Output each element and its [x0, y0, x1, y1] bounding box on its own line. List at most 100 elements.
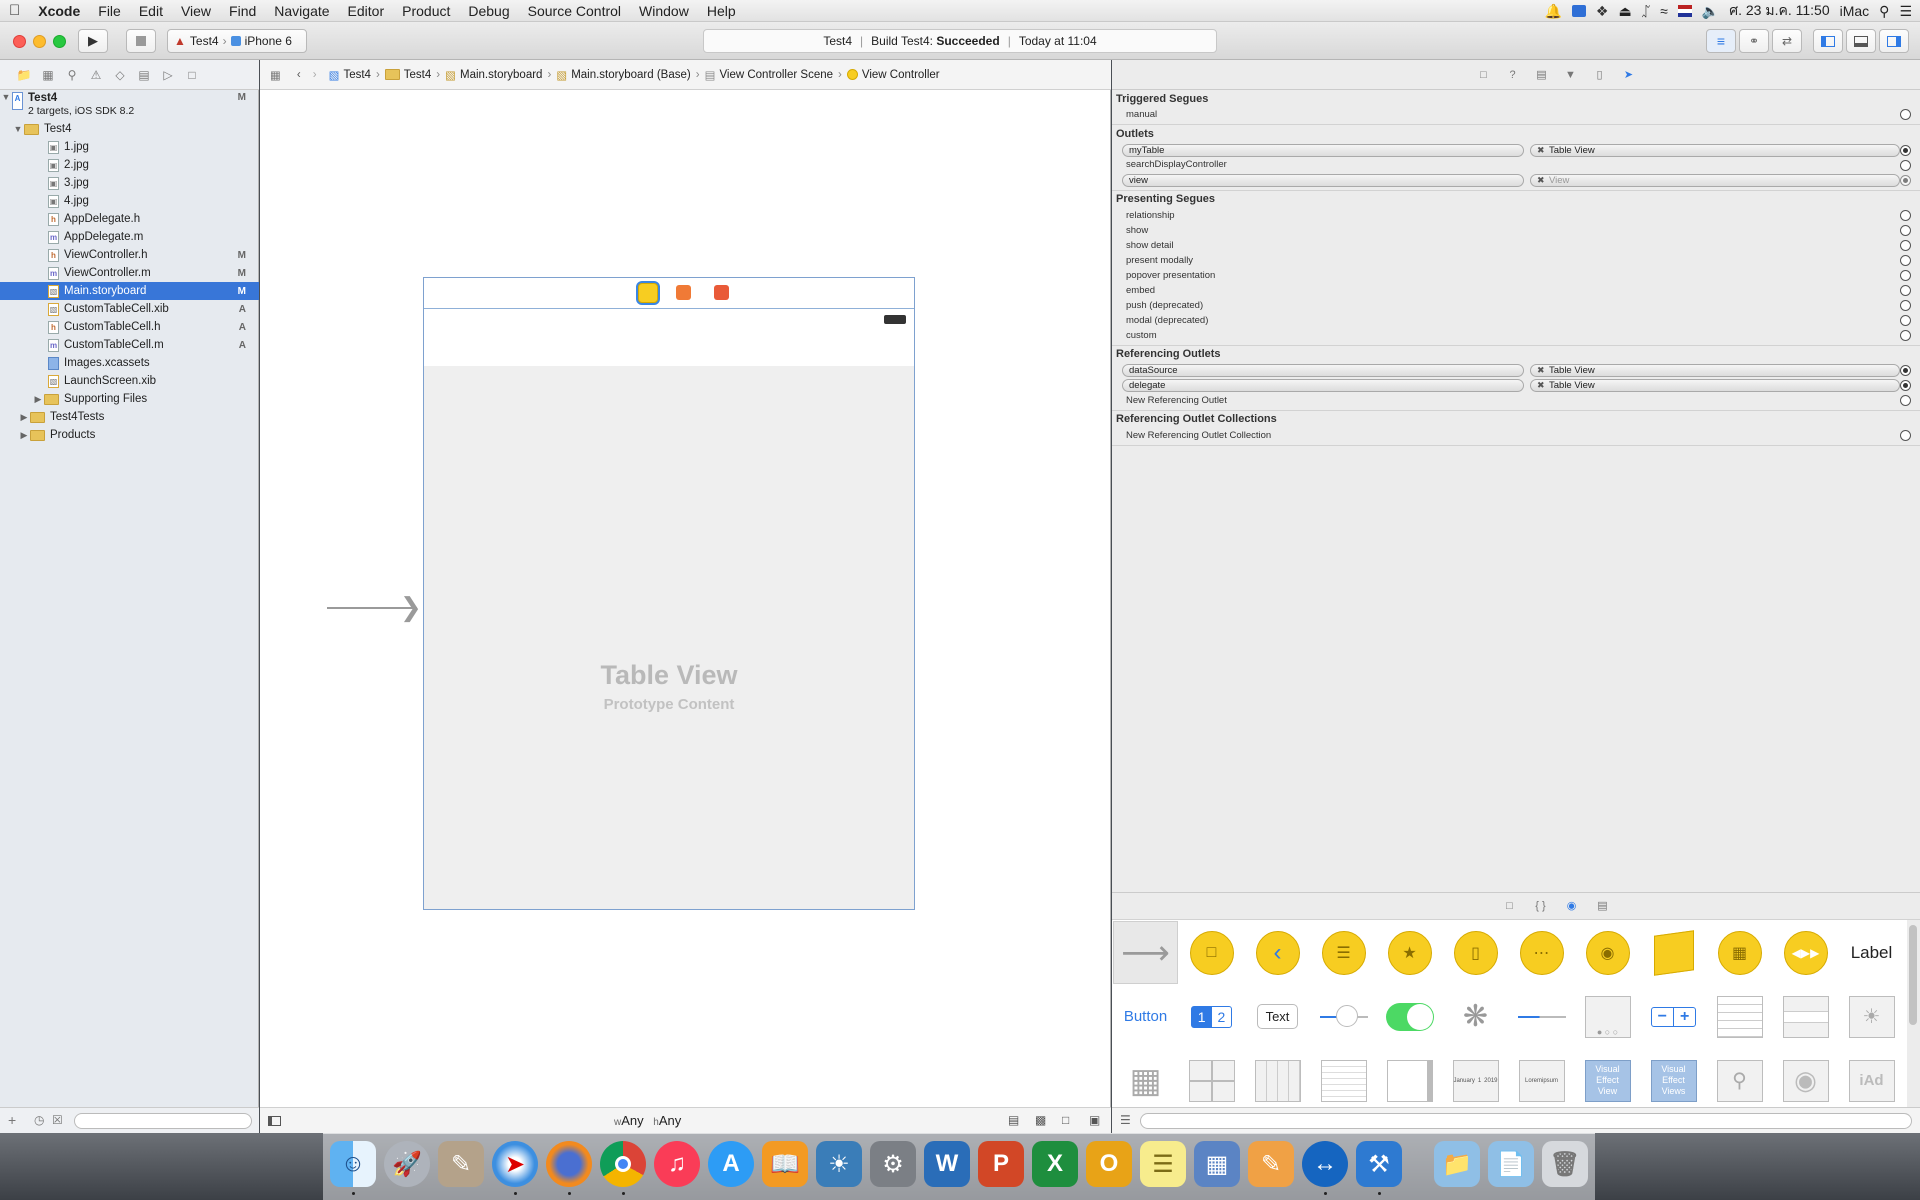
resolve-issues-icon[interactable]: □	[1062, 1113, 1069, 1127]
launchpad-rocket-icon[interactable]: 🚀	[384, 1141, 430, 1187]
scheme-selector[interactable]: ▲ Test4 › iPhone 6	[167, 29, 307, 53]
refoutlet-delegate-target[interactable]: ✖ Table View	[1530, 379, 1900, 392]
library-table-view[interactable]	[1707, 985, 1772, 1048]
size-class-control[interactable]: wAny hAny	[614, 1113, 681, 1128]
library-map-kit-view[interactable]: ⚲	[1707, 1049, 1772, 1112]
menu-file[interactable]: File	[89, 3, 130, 19]
library-collection-reusable-view[interactable]	[1245, 1049, 1310, 1112]
zoom-window-button[interactable]	[53, 35, 66, 48]
exit-icon[interactable]	[714, 285, 729, 300]
menu-view[interactable]: View	[172, 3, 220, 19]
library-table-view-controller[interactable]: ☰	[1311, 921, 1376, 984]
test-navigator-diamond-icon[interactable]: ◇	[112, 68, 128, 82]
library-date-picker[interactable]: January 1 2019	[1443, 1049, 1508, 1112]
report-navigator-bubble-icon[interactable]: □	[184, 68, 200, 82]
file-item-viewcontroller-m[interactable]: m ViewController.m M	[0, 264, 259, 282]
library-av-player-view-controller[interactable]: ◀▶▶	[1773, 921, 1838, 984]
forward-arrow-icon[interactable]: ›	[307, 69, 327, 81]
related-items-grid-icon[interactable]: ▦	[260, 68, 291, 82]
documents-folder-icon[interactable]: 📄	[1488, 1141, 1534, 1187]
close-window-button[interactable]	[13, 35, 26, 48]
apple-menu-icon[interactable]: 	[0, 2, 29, 19]
menu-product[interactable]: Product	[393, 3, 459, 19]
library-collection-controller[interactable]: ▦	[1707, 921, 1772, 984]
disclosure-closed-icon[interactable]: ▶	[18, 430, 30, 441]
file-item-customtablecell-h[interactable]: h CustomTableCell.h A	[0, 318, 259, 336]
refoutlet-delegate[interactable]: delegate	[1122, 379, 1524, 392]
notification-bell-icon[interactable]: 🔔	[1544, 3, 1561, 20]
library-tab-bar-controller[interactable]: ★	[1377, 921, 1442, 984]
breadcrumb-project[interactable]: ▧ Test4	[327, 68, 373, 82]
library-label[interactable]: Label	[1839, 921, 1904, 984]
breadcrumb-storyboard-base[interactable]: ▧ Main.storyboard (Base)	[554, 68, 692, 82]
file-item-appdelegate-m[interactable]: m AppDelegate.m	[0, 228, 259, 246]
debug-navigator-icon[interactable]: ▤	[136, 68, 152, 82]
file-item-customtablecell-xib[interactable]: ▧ CustomTableCell.xib A	[0, 300, 259, 318]
connection-well[interactable]	[1900, 225, 1911, 236]
powerpoint-icon[interactable]: P	[978, 1141, 1024, 1187]
safari-compass-icon[interactable]: ➤	[492, 1141, 538, 1187]
dropbox-icon[interactable]: ❖	[1596, 3, 1609, 20]
disconnect-x-icon[interactable]: ✖	[1537, 380, 1545, 391]
toggle-debug-area-button[interactable]	[1846, 29, 1876, 53]
connection-well[interactable]	[1900, 270, 1911, 281]
refoutlet-datasource-target[interactable]: ✖ Table View	[1530, 364, 1900, 377]
library-page-view-controller[interactable]: ▯	[1443, 921, 1508, 984]
library-visual-effect-view[interactable]: Visual Effect View	[1575, 1049, 1640, 1112]
file-item-2jpg[interactable]: ▣ 2.jpg	[0, 156, 259, 174]
library-glkit-view[interactable]: ◉	[1773, 1049, 1838, 1112]
find-navigator-search-icon[interactable]: ⚲	[64, 68, 80, 82]
disconnect-x-icon[interactable]: ✖	[1537, 365, 1545, 376]
pages-icon[interactable]: ✎	[1248, 1141, 1294, 1187]
connection-well-filled[interactable]	[1900, 380, 1911, 391]
file-item-images-xcassets[interactable]: Images.xcassets	[0, 354, 259, 372]
spotlight-search-icon[interactable]: ⚲	[1879, 3, 1889, 20]
breadcrumb-view-controller[interactable]: View Controller	[845, 69, 942, 81]
connection-well[interactable]	[1900, 395, 1911, 406]
library-storyboard-reference[interactable]: ⟶	[1113, 921, 1178, 984]
notes-icon[interactable]: ☰	[1140, 1141, 1186, 1187]
recent-files-clock-icon[interactable]: ◷	[34, 1113, 44, 1127]
connection-well[interactable]	[1900, 285, 1911, 296]
connection-well[interactable]	[1900, 210, 1911, 221]
wifi-icon[interactable]: ≈	[1660, 3, 1668, 19]
scm-filter-icon[interactable]: ☒	[52, 1113, 63, 1127]
file-item-1jpg[interactable]: ▣ 1.jpg	[0, 138, 259, 156]
menu-computer-name[interactable]: iMac	[1840, 3, 1870, 19]
connection-well[interactable]	[1900, 330, 1911, 341]
library-button[interactable]: Button	[1113, 985, 1178, 1048]
connection-well-filled[interactable]	[1900, 365, 1911, 376]
version-editor-button[interactable]: ⇄	[1772, 29, 1802, 53]
library-text-view[interactable]	[1311, 1049, 1376, 1112]
connection-well[interactable]	[1900, 160, 1911, 171]
outlet-mytable-target[interactable]: ✖ Table View	[1530, 144, 1900, 157]
file-item-3jpg[interactable]: ▣ 3.jpg	[0, 174, 259, 192]
trash-icon[interactable]: 🗑	[1542, 1141, 1588, 1187]
standard-editor-button[interactable]: ≡	[1706, 29, 1736, 53]
library-text-field[interactable]: Text	[1245, 985, 1310, 1048]
toggle-navigator-button[interactable]	[1813, 29, 1843, 53]
file-item-4jpg[interactable]: ▣ 4.jpg	[0, 192, 259, 210]
attributes-inspector-icon[interactable]: ▼	[1564, 68, 1578, 82]
library-collection-view-cell[interactable]	[1179, 1049, 1244, 1112]
disclosure-open-icon[interactable]: ▼	[12, 124, 24, 134]
media-library-icon[interactable]: ▤	[1596, 899, 1610, 913]
first-responder-icon[interactable]	[676, 285, 691, 300]
connection-well-filled[interactable]	[1900, 175, 1911, 186]
quick-help-icon[interactable]: ?	[1506, 68, 1520, 82]
outlet-view-target[interactable]: ✖ View	[1530, 174, 1900, 187]
menu-source-control[interactable]: Source Control	[519, 3, 630, 19]
menu-debug[interactable]: Debug	[459, 3, 518, 19]
word-icon[interactable]: W	[924, 1141, 970, 1187]
back-arrow-icon[interactable]: ‹	[291, 69, 307, 81]
breadcrumb-group[interactable]: Test4	[383, 69, 434, 81]
library-collection-view-controller[interactable]: ⋯	[1509, 921, 1574, 984]
system-preferences-gear-icon[interactable]: ⚙	[870, 1141, 916, 1187]
breakpoint-navigator-icon[interactable]: ▷	[160, 68, 176, 82]
app-status-icon[interactable]	[1571, 5, 1586, 17]
chrome-icon[interactable]	[600, 1141, 646, 1187]
file-item-customtablecell-m[interactable]: m CustomTableCell.m A	[0, 336, 259, 354]
library-progress-view[interactable]	[1509, 985, 1574, 1048]
file-inspector-icon[interactable]: □	[1477, 68, 1491, 82]
menu-help[interactable]: Help	[698, 3, 745, 19]
